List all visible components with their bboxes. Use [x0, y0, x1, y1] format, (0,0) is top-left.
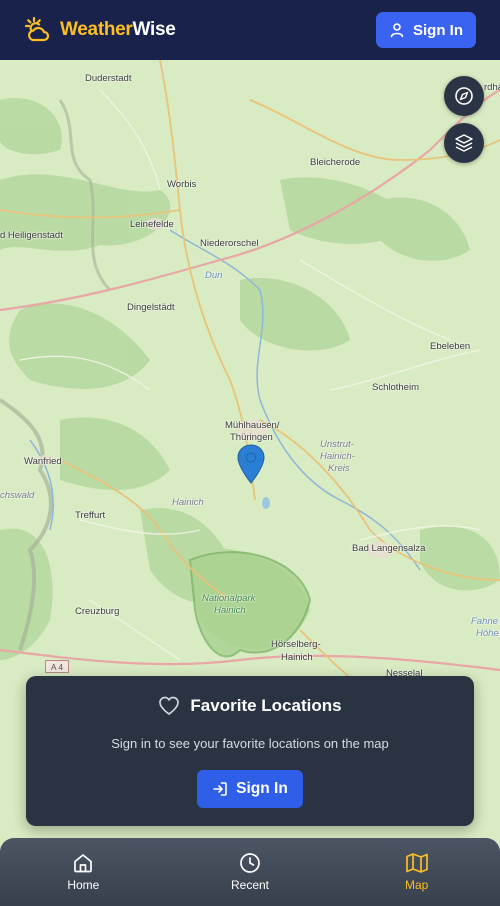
home-icon — [74, 854, 93, 873]
favorites-sign-in-label: Sign In — [236, 780, 288, 797]
sign-in-arrow-icon — [213, 782, 227, 796]
favorite-locations-title: Favorite Locations — [190, 696, 342, 715]
place-label-unstrut-3: Kreis — [328, 463, 350, 474]
layers-icon — [455, 134, 473, 152]
place-label-duderstadt: Duderstadt — [85, 73, 132, 84]
place-label-nordhausen: rdha — [484, 82, 500, 93]
place-label-hainich: Hainich — [172, 497, 204, 508]
place-label-hoerselberg-2: Hainich — [281, 652, 313, 663]
place-label-wanfried: Wanfried — [24, 456, 62, 467]
map-icon — [405, 853, 428, 873]
place-label-worbis: Worbis — [167, 179, 197, 190]
clock-icon — [240, 853, 260, 873]
app-brand: WeatherWise — [60, 19, 176, 40]
place-label-unstrut-2: Hainich- — [320, 451, 355, 462]
place-label-eschwald: chswald — [0, 490, 35, 501]
header-sign-in-label: Sign In — [413, 21, 463, 39]
place-label-creuzburg: Creuzburg — [75, 606, 120, 617]
favorite-locations-header: Favorite Locations — [26, 696, 474, 716]
place-label-hoerselberg-1: Hörselberg- — [271, 639, 321, 650]
app-header: WeatherWise Sign In — [0, 0, 500, 60]
nav-recent-label: Recent — [230, 878, 270, 892]
road-shield-a4: A 4 — [45, 660, 69, 673]
place-label-heiligenstadt: d Heiligenstadt — [0, 230, 63, 241]
place-label-muehlhausen-2: Thüringen — [230, 432, 273, 443]
compass-button[interactable] — [444, 76, 484, 116]
place-label-leinefelde: Leinefelde — [130, 219, 174, 230]
user-icon — [390, 23, 404, 38]
place-label-schlotheim: Schlotheim — [372, 382, 419, 393]
nav-map[interactable]: Map — [333, 838, 500, 906]
location-marker-icon[interactable] — [237, 444, 265, 484]
place-label-nationalpark-2: Hainich — [214, 605, 246, 616]
layers-button[interactable] — [444, 123, 484, 163]
place-label-ebeleben: Ebeleben — [430, 341, 471, 352]
favorite-locations-description: Sign in to see your favorite locations o… — [111, 736, 389, 751]
compass-icon — [455, 87, 473, 105]
place-label-unstrut-1: Unstrut- — [320, 439, 354, 450]
place-label-bad-langensalza: Bad Langensalza — [352, 543, 426, 554]
place-label-fahner-2: Höhe — [476, 628, 499, 639]
app-logo[interactable]: WeatherWise — [24, 16, 176, 44]
bottom-navigation: Home Recent Map — [0, 838, 500, 906]
place-label-niederorschel: Niederorschel — [200, 238, 259, 249]
nav-recent[interactable]: Recent — [167, 838, 334, 906]
place-label-fahner-1: Fahne — [471, 616, 498, 627]
place-label-dun: Dun — [205, 270, 223, 281]
nav-home[interactable]: Home — [0, 838, 167, 906]
nav-home-label: Home — [67, 878, 100, 892]
nav-map-label: Map — [405, 878, 429, 892]
place-label-muehlhausen-1: Mühlhausen/ — [225, 420, 280, 431]
place-label-treffurt: Treffurt — [75, 510, 106, 521]
favorites-sign-in-button[interactable]: Sign In — [197, 770, 303, 808]
favorite-locations-card: Favorite Locations Sign in to see your f… — [26, 676, 474, 826]
heart-icon — [159, 696, 180, 715]
sun-cloud-icon — [24, 16, 50, 42]
place-label-bleicherode: Bleicherode — [310, 157, 361, 168]
place-label-nationalpark-1: Nationalpark — [202, 593, 256, 604]
place-label-dingelstadt: Dingelstädt — [127, 302, 175, 313]
header-sign-in-button[interactable]: Sign In — [376, 12, 476, 48]
